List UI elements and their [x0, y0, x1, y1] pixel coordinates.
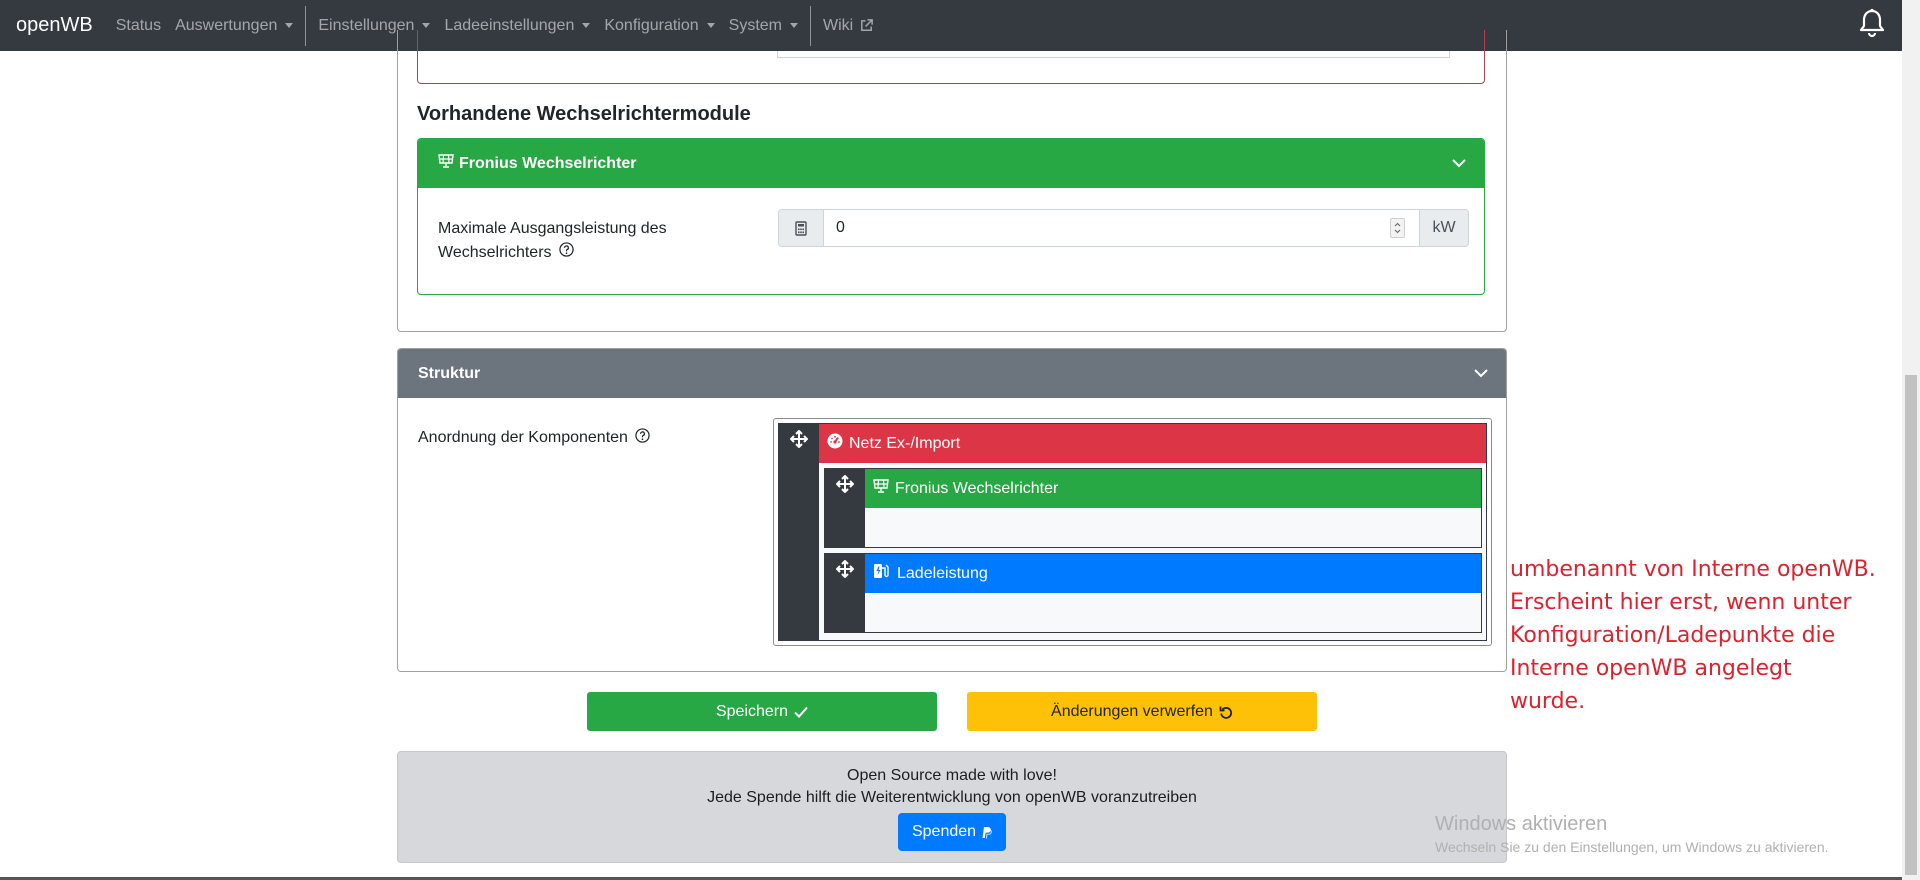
caret-down-icon: [422, 23, 431, 28]
caret-down-icon: [706, 23, 715, 28]
annotation-line: wurde.: [1510, 689, 1586, 714]
footer-card: Open Source made with love! Jede Spende …: [397, 751, 1507, 863]
discard-button-label: Änderungen verwerfen: [1051, 702, 1213, 720]
max-output-label: Maximale Ausgangsleistung des Wechselric…: [438, 217, 698, 265]
max-output-input[interactable]: 0: [824, 210, 1419, 246]
caret-down-icon: [789, 23, 798, 28]
brand-logo[interactable]: openWB: [16, 14, 93, 37]
caret-down-icon: [285, 23, 294, 28]
caret-down-icon: [582, 23, 591, 28]
tree-node-grid-body: Netz Ex-/Import Fronius Wechselrichter L…: [819, 424, 1486, 640]
gauge-icon: [827, 433, 843, 454]
question-circle-icon[interactable]: [635, 428, 651, 448]
nav-status[interactable]: Status: [116, 17, 161, 35]
donate-button[interactable]: Spenden: [898, 813, 1006, 851]
nav-auswertungen-label: Auswertungen: [175, 16, 278, 34]
discard-changes-button[interactable]: Änderungen verwerfen: [967, 692, 1317, 731]
save-button[interactable]: Speichern: [587, 692, 937, 731]
inverter-module-card: Fronius Wechselrichter Maximale Ausgangs…: [417, 138, 1485, 295]
unit-addon: kW: [1419, 210, 1468, 246]
page-scrollbar[interactable]: [1902, 0, 1920, 880]
annotation-note: umbenannt von Interne openWB. Erscheint …: [1510, 553, 1890, 718]
footer-line-1: Open Source made with love!: [847, 767, 1057, 784]
component-arrangement-label: Anordnung der Komponenten: [418, 428, 651, 448]
nav-divider: [305, 5, 307, 46]
tree-node-grid[interactable]: Netz Ex-/Import Fronius Wechselrichter L…: [778, 423, 1487, 641]
tree-node-charging[interactable]: Ladeleistung: [824, 553, 1482, 633]
chevron-down-icon[interactable]: [1452, 155, 1466, 173]
undo-icon: [1219, 705, 1233, 719]
structure-card: Struktur Anordnung der Komponenten Netz …: [397, 348, 1507, 672]
nav-auswertungen[interactable]: Auswertungen: [175, 16, 294, 35]
question-circle-icon[interactable]: [559, 241, 574, 265]
solar-panel-icon: [873, 479, 889, 498]
annotation-line: umbenannt von Interne openWB.: [1510, 557, 1876, 582]
drag-handle-icon[interactable]: [825, 469, 865, 547]
tree-node-inverter-children: [865, 508, 1481, 547]
max-output-label-text: Maximale Ausgangsleistung des Wechselric…: [438, 220, 667, 262]
scrollbar-thumb[interactable]: [1905, 375, 1917, 875]
windows-activation-watermark: Windows aktivieren Wechseln Sie zu den E…: [1435, 813, 1829, 855]
tree-node-inverter-label: Fronius Wechselrichter: [895, 479, 1059, 497]
annotation-line: Erscheint hier erst, wenn unter: [1510, 590, 1852, 615]
charging-station-icon: [873, 563, 891, 584]
tree-node-inverter-body: Fronius Wechselrichter: [865, 469, 1481, 547]
tree-node-inverter[interactable]: Fronius Wechselrichter: [824, 468, 1482, 548]
max-output-input-group: 0 kW: [778, 209, 1469, 247]
previous-input-field[interactable]: [777, 51, 1450, 58]
tree-node-charging-label: Ladeleistung: [897, 564, 988, 582]
drag-handle-icon[interactable]: [825, 554, 865, 632]
drag-handle-icon[interactable]: [779, 424, 819, 640]
max-output-value: 0: [836, 219, 845, 236]
inverter-modules-heading: Vorhandene Wechselrichtermodule: [417, 103, 751, 125]
tree-node-charging-children: [865, 593, 1481, 632]
component-arrangement-text: Anordnung der Komponenten: [418, 429, 628, 447]
paypal-icon: [981, 826, 992, 839]
save-button-label: Speichern: [715, 702, 789, 720]
check-icon: [794, 706, 808, 718]
annotation-line: Konfiguration/Ladepunkte die: [1510, 623, 1836, 648]
inverter-card-header[interactable]: Fronius Wechselrichter: [418, 139, 1484, 188]
solar-panel-icon: [438, 154, 454, 173]
structure-title: Struktur: [418, 364, 481, 382]
tree-node-grid-label: Netz Ex-/Import: [849, 434, 961, 452]
footer-line-2: Jede Spende hilft die Weiterentwicklung …: [707, 789, 1197, 806]
component-tree: Netz Ex-/Import Fronius Wechselrichter L…: [773, 418, 1492, 646]
nav-status-label: Status: [115, 16, 162, 34]
tree-node-charging-body: Ladeleistung: [865, 554, 1481, 632]
tree-node-grid-children: Fronius Wechselrichter Ladeleistung: [819, 463, 1486, 640]
watermark-subtitle: Wechseln Sie zu den Einstellungen, um Wi…: [1435, 839, 1829, 855]
calculator-icon: [779, 210, 824, 246]
structure-card-header[interactable]: Struktur: [398, 349, 1506, 398]
chevron-down-icon[interactable]: [1474, 365, 1488, 383]
inverter-card-title: Fronius Wechselrichter: [459, 154, 637, 172]
annotation-line: Interne openWB angelegt: [1510, 656, 1792, 681]
number-spinner[interactable]: [1390, 218, 1405, 238]
donate-button-label: Spenden: [911, 823, 977, 840]
tree-node-grid-title: Netz Ex-/Import: [819, 424, 1486, 463]
bell-icon[interactable]: [1858, 8, 1886, 38]
watermark-title: Windows aktivieren: [1435, 813, 1608, 835]
tree-node-inverter-title: Fronius Wechselrichter: [865, 469, 1481, 508]
tree-node-charging-title: Ladeleistung: [865, 554, 1481, 593]
